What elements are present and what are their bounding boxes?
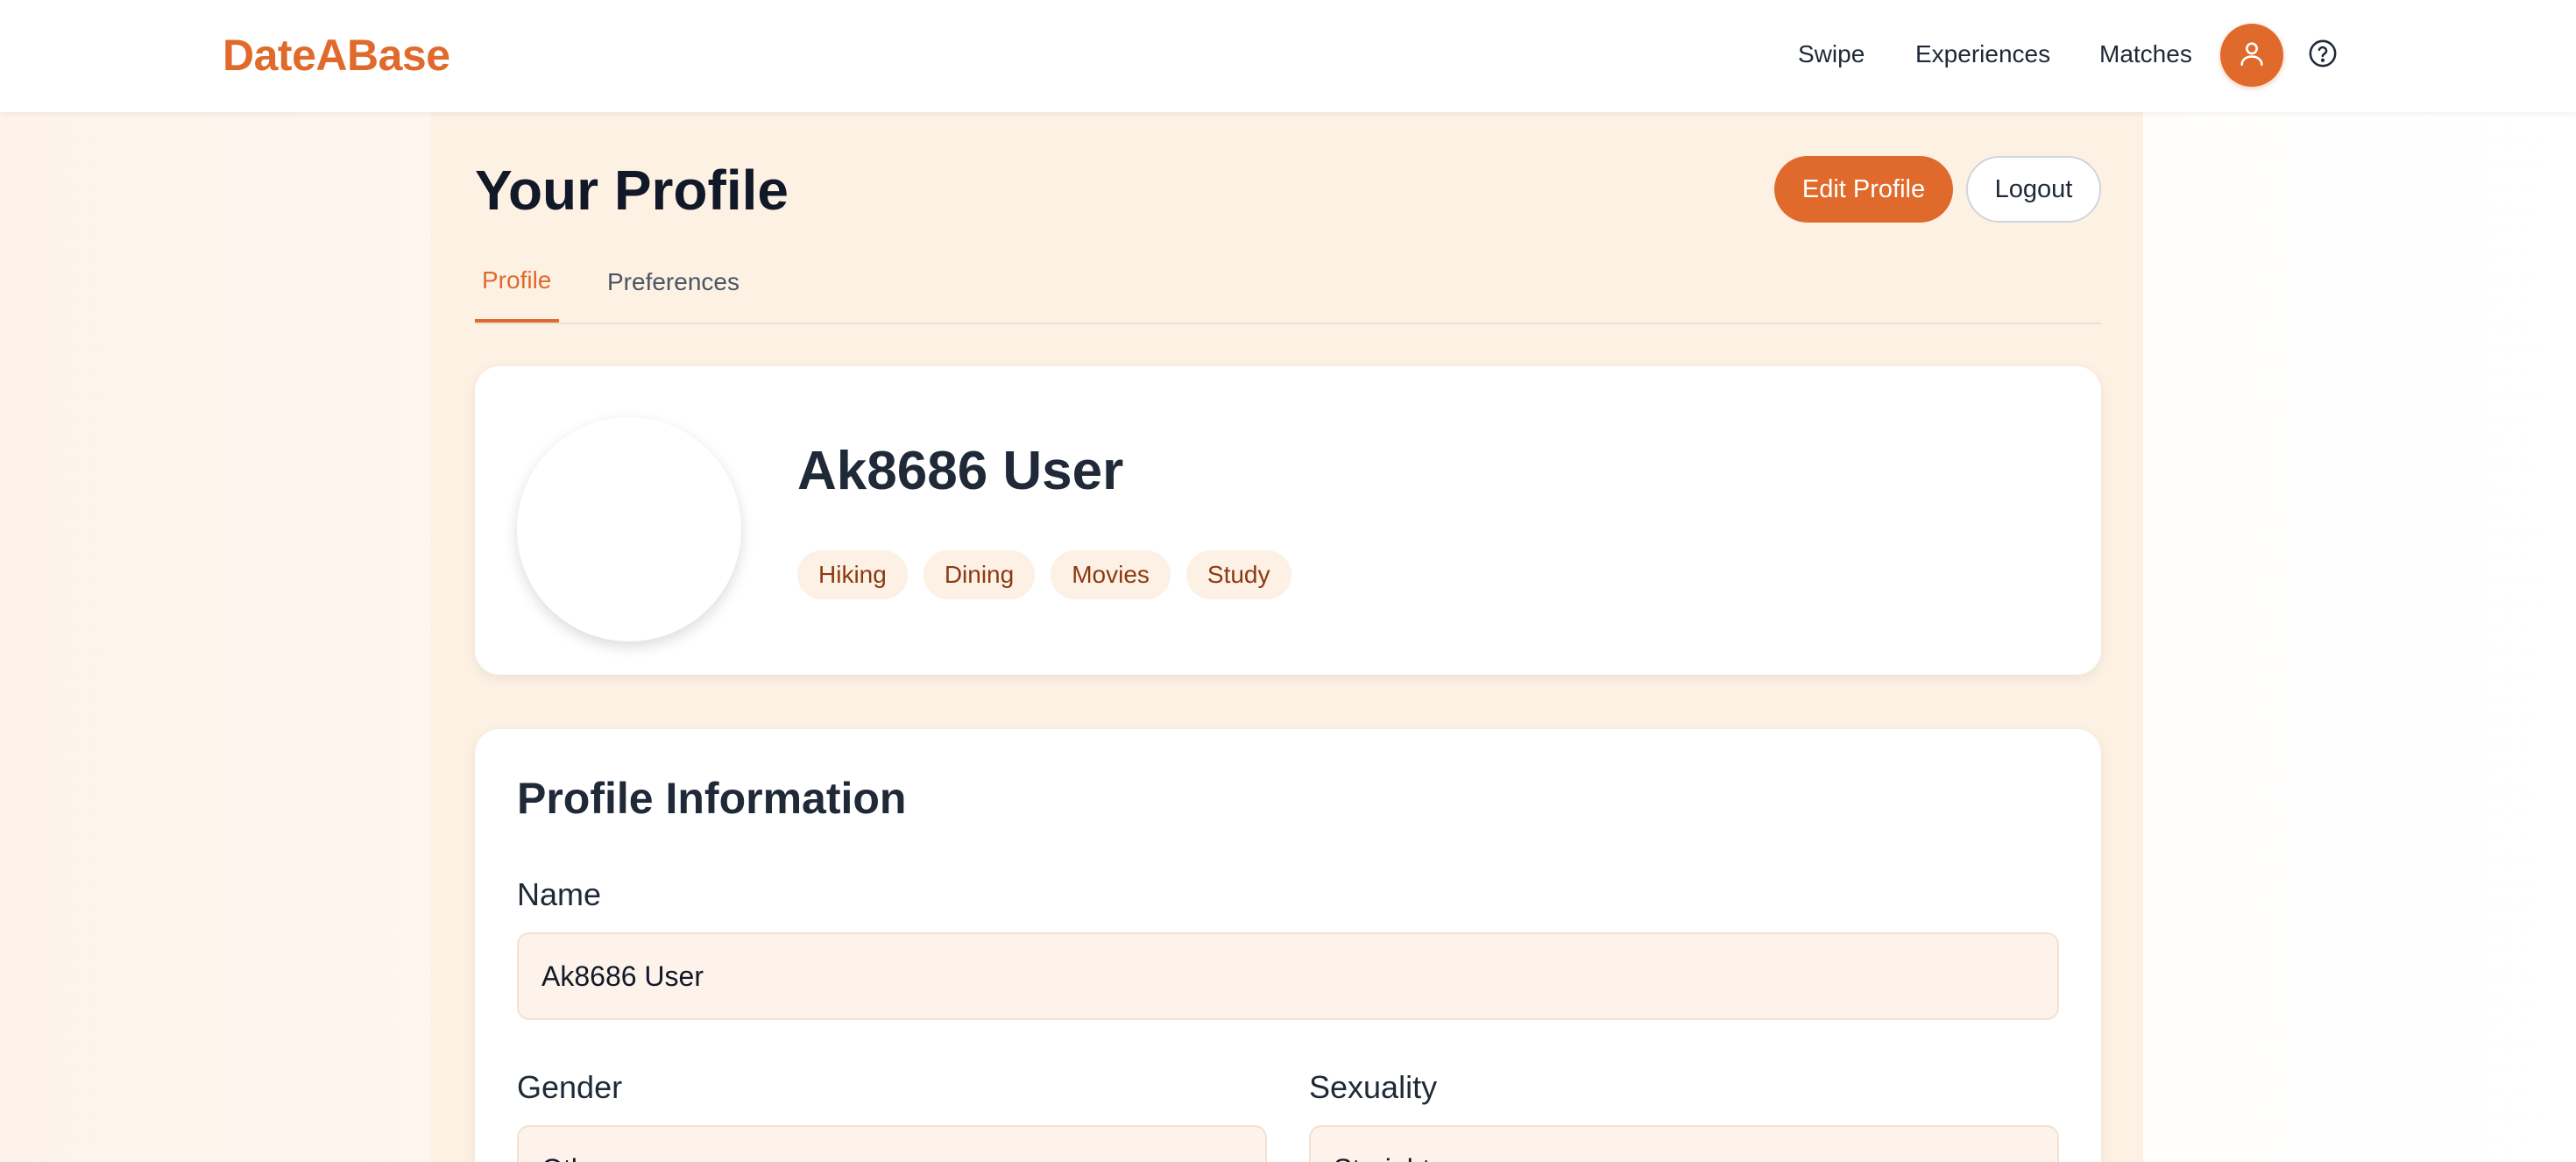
nav-link-swipe[interactable]: Swipe — [1798, 40, 1865, 68]
top-navbar: DateABase Swipe Experiences Matches — [0, 0, 2576, 112]
interest-tag: Study — [1185, 550, 1292, 599]
name-field[interactable]: Ak8686 User — [517, 932, 2059, 1020]
gender-field[interactable]: Other — [517, 1125, 1267, 1162]
page-title: Your Profile — [475, 159, 789, 222]
interest-tag: Movies — [1051, 550, 1171, 599]
tabs-divider — [475, 322, 2101, 324]
interest-tags: Hiking Dining Movies Study — [797, 550, 1292, 599]
name-label: Name — [517, 876, 602, 912]
tab-preferences[interactable]: Preferences — [607, 268, 740, 296]
nav-link-matches[interactable]: Matches — [2099, 40, 2192, 68]
nav-link-experiences[interactable]: Experiences — [1915, 40, 2050, 68]
profile-main: Your Profile Edit Profile Logout Profile… — [431, 112, 2143, 1162]
sexuality-field[interactable]: Straight — [1309, 1125, 2059, 1162]
profile-photo[interactable] — [517, 417, 741, 641]
help-button[interactable] — [2308, 39, 2338, 73]
profile-name: Ak8686 User — [797, 441, 1124, 501]
logout-button[interactable]: Logout — [1966, 156, 2101, 223]
gender-label: Gender — [517, 1069, 623, 1105]
interest-tag: Dining — [923, 550, 1036, 599]
brand-logo[interactable]: DateABase — [223, 30, 450, 81]
profile-avatar-button[interactable] — [2220, 24, 2283, 87]
interest-tag: Hiking — [797, 550, 908, 599]
user-icon — [2237, 39, 2267, 73]
profile-information-card: Profile Information Name Ak8686 User Gen… — [475, 729, 2101, 1162]
edit-profile-button[interactable]: Edit Profile — [1774, 156, 1953, 223]
profile-summary-card: Ak8686 User Hiking Dining Movies Study — [475, 366, 2101, 675]
section-title: Profile Information — [517, 774, 907, 823]
tab-profile[interactable]: Profile — [482, 266, 551, 294]
help-circle-icon — [2308, 39, 2338, 73]
sexuality-label: Sexuality — [1309, 1069, 1438, 1105]
active-tab-indicator — [475, 319, 559, 322]
